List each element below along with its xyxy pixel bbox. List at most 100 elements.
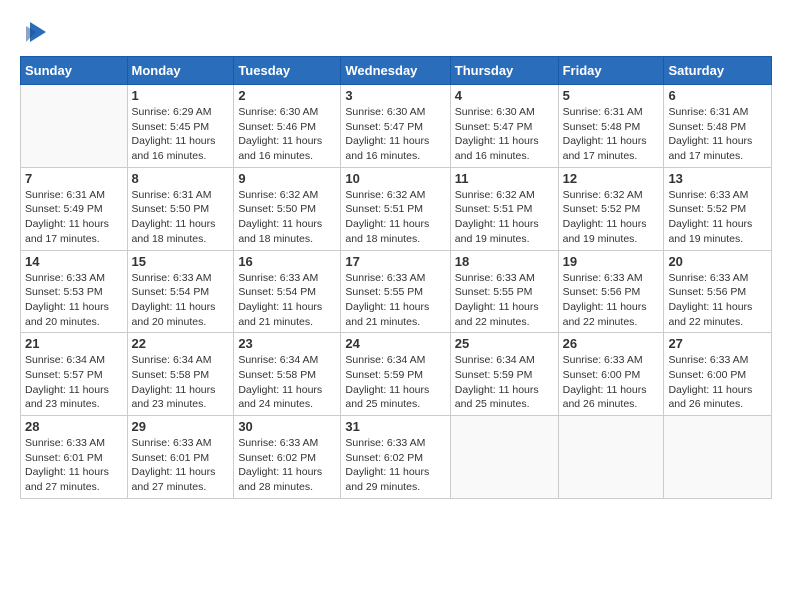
calendar-week-row: 14 Sunrise: 6:33 AM Sunset: 5:53 PM Dayli… bbox=[21, 250, 772, 333]
calendar-cell: 2 Sunrise: 6:30 AM Sunset: 5:46 PM Daylig… bbox=[234, 85, 341, 168]
calendar-weekday-thursday: Thursday bbox=[450, 57, 558, 85]
day-info: Sunrise: 6:29 AM Sunset: 5:45 PM Dayligh… bbox=[132, 105, 230, 164]
calendar-cell: 24 Sunrise: 6:34 AM Sunset: 5:59 PM Dayli… bbox=[341, 333, 450, 416]
day-number: 15 bbox=[132, 254, 230, 269]
calendar-cell: 25Sunrise: 6:34 AM Sunset: 5:59 PM Dayli… bbox=[450, 333, 558, 416]
calendar-header-row: SundayMondayTuesdayWednesdayThursdayFrid… bbox=[21, 57, 772, 85]
calendar-cell: 18Sunrise: 6:33 AM Sunset: 5:55 PM Dayli… bbox=[450, 250, 558, 333]
calendar-cell: 29 Sunrise: 6:33 AM Sunset: 6:01 PM Dayli… bbox=[127, 416, 234, 499]
day-info: Sunrise: 6:33 AM Sunset: 6:00 PM Dayligh… bbox=[563, 353, 660, 412]
day-number: 4 bbox=[455, 88, 554, 103]
calendar-cell: 21Sunrise: 6:34 AM Sunset: 5:57 PM Dayli… bbox=[21, 333, 128, 416]
calendar-cell: 15 Sunrise: 6:33 AM Sunset: 5:54 PM Dayli… bbox=[127, 250, 234, 333]
day-number: 30 bbox=[238, 419, 336, 434]
logo-icon bbox=[22, 18, 50, 46]
day-info: Sunrise: 6:33 AM Sunset: 6:01 PM Dayligh… bbox=[132, 436, 230, 495]
calendar-cell: 19Sunrise: 6:33 AM Sunset: 5:56 PM Dayli… bbox=[558, 250, 664, 333]
day-number: 24 bbox=[345, 336, 445, 351]
calendar-weekday-tuesday: Tuesday bbox=[234, 57, 341, 85]
day-info: Sunrise: 6:30 AM Sunset: 5:47 PM Dayligh… bbox=[345, 105, 445, 164]
day-number: 21 bbox=[25, 336, 123, 351]
day-info: Sunrise: 6:34 AM Sunset: 5:59 PM Dayligh… bbox=[345, 353, 445, 412]
day-info: Sunrise: 6:33 AM Sunset: 6:02 PM Dayligh… bbox=[238, 436, 336, 495]
calendar-cell: 16Sunrise: 6:33 AM Sunset: 5:54 PM Dayli… bbox=[234, 250, 341, 333]
calendar-cell: 3 Sunrise: 6:30 AM Sunset: 5:47 PM Daylig… bbox=[341, 85, 450, 168]
calendar-cell: 20Sunrise: 6:33 AM Sunset: 5:56 PM Dayli… bbox=[664, 250, 772, 333]
day-number: 10 bbox=[345, 171, 445, 186]
calendar-cell: 8 Sunrise: 6:31 AM Sunset: 5:50 PM Daylig… bbox=[127, 167, 234, 250]
day-number: 8 bbox=[132, 171, 230, 186]
day-info: Sunrise: 6:33 AM Sunset: 5:54 PM Dayligh… bbox=[132, 271, 230, 330]
day-info: Sunrise: 6:31 AM Sunset: 5:50 PM Dayligh… bbox=[132, 188, 230, 247]
day-info: Sunrise: 6:33 AM Sunset: 5:52 PM Dayligh… bbox=[668, 188, 767, 247]
calendar-weekday-saturday: Saturday bbox=[664, 57, 772, 85]
calendar-cell: 27 Sunrise: 6:33 AM Sunset: 6:00 PM Dayli… bbox=[664, 333, 772, 416]
day-number: 5 bbox=[563, 88, 660, 103]
day-number: 25 bbox=[455, 336, 554, 351]
calendar-cell: 12 Sunrise: 6:32 AM Sunset: 5:52 PM Dayli… bbox=[558, 167, 664, 250]
day-number: 26 bbox=[563, 336, 660, 351]
day-number: 12 bbox=[563, 171, 660, 186]
day-number: 2 bbox=[238, 88, 336, 103]
calendar-cell: 31 Sunrise: 6:33 AM Sunset: 6:02 PM Dayli… bbox=[341, 416, 450, 499]
calendar-cell: 1 Sunrise: 6:29 AM Sunset: 5:45 PM Daylig… bbox=[127, 85, 234, 168]
calendar-cell: 10 Sunrise: 6:32 AM Sunset: 5:51 PM Dayli… bbox=[341, 167, 450, 250]
logo bbox=[20, 18, 50, 46]
calendar-cell bbox=[21, 85, 128, 168]
day-info: Sunrise: 6:33 AM Sunset: 5:55 PM Dayligh… bbox=[345, 271, 445, 330]
day-info: Sunrise: 6:34 AM Sunset: 5:58 PM Dayligh… bbox=[132, 353, 230, 412]
day-info: Sunrise: 6:32 AM Sunset: 5:52 PM Dayligh… bbox=[563, 188, 660, 247]
calendar-cell bbox=[664, 416, 772, 499]
calendar-cell: 28Sunrise: 6:33 AM Sunset: 6:01 PM Dayli… bbox=[21, 416, 128, 499]
day-info: Sunrise: 6:31 AM Sunset: 5:49 PM Dayligh… bbox=[25, 188, 123, 247]
day-info: Sunrise: 6:32 AM Sunset: 5:51 PM Dayligh… bbox=[345, 188, 445, 247]
day-number: 22 bbox=[132, 336, 230, 351]
day-info: Sunrise: 6:33 AM Sunset: 6:00 PM Dayligh… bbox=[668, 353, 767, 412]
calendar-table: SundayMondayTuesdayWednesdayThursdayFrid… bbox=[20, 56, 772, 499]
calendar-cell bbox=[558, 416, 664, 499]
calendar-cell: 22 Sunrise: 6:34 AM Sunset: 5:58 PM Dayli… bbox=[127, 333, 234, 416]
day-number: 14 bbox=[25, 254, 123, 269]
day-info: Sunrise: 6:33 AM Sunset: 6:02 PM Dayligh… bbox=[345, 436, 445, 495]
day-info: Sunrise: 6:32 AM Sunset: 5:50 PM Dayligh… bbox=[238, 188, 336, 247]
day-info: Sunrise: 6:33 AM Sunset: 5:56 PM Dayligh… bbox=[563, 271, 660, 330]
day-info: Sunrise: 6:30 AM Sunset: 5:46 PM Dayligh… bbox=[238, 105, 336, 164]
day-number: 27 bbox=[668, 336, 767, 351]
day-info: Sunrise: 6:33 AM Sunset: 5:55 PM Dayligh… bbox=[455, 271, 554, 330]
day-info: Sunrise: 6:31 AM Sunset: 5:48 PM Dayligh… bbox=[563, 105, 660, 164]
day-number: 29 bbox=[132, 419, 230, 434]
day-number: 3 bbox=[345, 88, 445, 103]
day-number: 16 bbox=[238, 254, 336, 269]
day-number: 9 bbox=[238, 171, 336, 186]
calendar-week-row: 1 Sunrise: 6:29 AM Sunset: 5:45 PM Daylig… bbox=[21, 85, 772, 168]
calendar-cell: 13Sunrise: 6:33 AM Sunset: 5:52 PM Dayli… bbox=[664, 167, 772, 250]
day-number: 28 bbox=[25, 419, 123, 434]
calendar-week-row: 7 Sunrise: 6:31 AM Sunset: 5:49 PM Daylig… bbox=[21, 167, 772, 250]
calendar-cell: 9 Sunrise: 6:32 AM Sunset: 5:50 PM Daylig… bbox=[234, 167, 341, 250]
calendar-cell: 26 Sunrise: 6:33 AM Sunset: 6:00 PM Dayli… bbox=[558, 333, 664, 416]
calendar-weekday-friday: Friday bbox=[558, 57, 664, 85]
day-info: Sunrise: 6:34 AM Sunset: 5:58 PM Dayligh… bbox=[238, 353, 336, 412]
calendar-weekday-monday: Monday bbox=[127, 57, 234, 85]
day-number: 23 bbox=[238, 336, 336, 351]
day-info: Sunrise: 6:31 AM Sunset: 5:48 PM Dayligh… bbox=[668, 105, 767, 164]
calendar-cell bbox=[450, 416, 558, 499]
day-info: Sunrise: 6:33 AM Sunset: 5:53 PM Dayligh… bbox=[25, 271, 123, 330]
calendar-weekday-wednesday: Wednesday bbox=[341, 57, 450, 85]
page: SundayMondayTuesdayWednesdayThursdayFrid… bbox=[0, 0, 792, 509]
calendar-week-row: 21Sunrise: 6:34 AM Sunset: 5:57 PM Dayli… bbox=[21, 333, 772, 416]
calendar-cell: 5 Sunrise: 6:31 AM Sunset: 5:48 PM Daylig… bbox=[558, 85, 664, 168]
header bbox=[20, 18, 772, 46]
calendar-cell: 30 Sunrise: 6:33 AM Sunset: 6:02 PM Dayli… bbox=[234, 416, 341, 499]
day-number: 20 bbox=[668, 254, 767, 269]
calendar-cell: 17 Sunrise: 6:33 AM Sunset: 5:55 PM Dayli… bbox=[341, 250, 450, 333]
day-number: 1 bbox=[132, 88, 230, 103]
calendar-cell: 6Sunrise: 6:31 AM Sunset: 5:48 PM Daylig… bbox=[664, 85, 772, 168]
day-number: 31 bbox=[345, 419, 445, 434]
calendar-week-row: 28 Sunrise: 6:33 AM Sunset: 6:01 PM Dayli… bbox=[21, 416, 772, 499]
day-info: Sunrise: 6:30 AM Sunset: 5:47 PM Dayligh… bbox=[455, 105, 554, 164]
calendar-cell: 14 Sunrise: 6:33 AM Sunset: 5:53 PM Dayli… bbox=[21, 250, 128, 333]
day-number: 7 bbox=[25, 171, 123, 186]
day-number: 17 bbox=[345, 254, 445, 269]
calendar-cell: 11Sunrise: 6:32 AM Sunset: 5:51 PM Dayli… bbox=[450, 167, 558, 250]
